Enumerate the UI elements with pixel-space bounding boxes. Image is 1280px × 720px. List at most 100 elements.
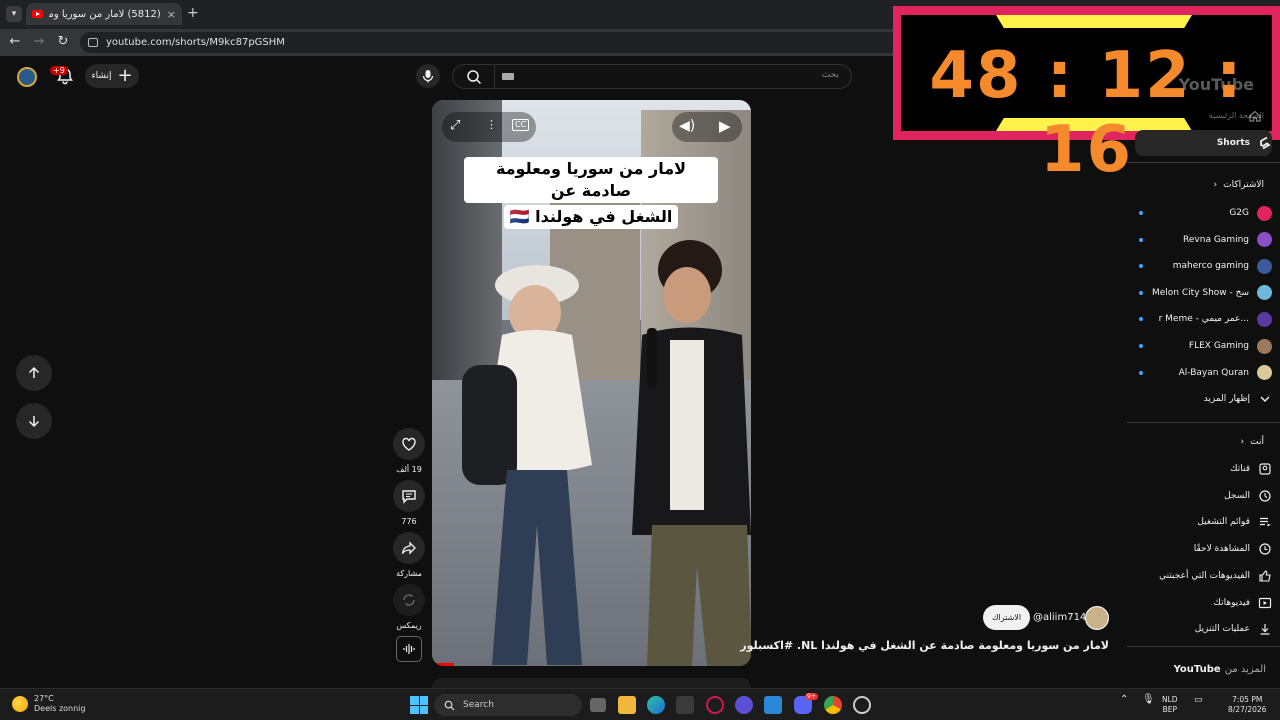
tab-close-icon[interactable]: × <box>167 8 176 21</box>
sidebar-channel-item[interactable]: Revna Gaming <box>1135 227 1272 253</box>
sidebar-channel-item[interactable]: r Meme - عمر ميمي... <box>1135 306 1272 332</box>
voice-search-button[interactable] <box>416 64 440 88</box>
subscriptions-header[interactable]: الاشتراكات ‹ <box>1214 180 1264 190</box>
audio-wave-icon <box>403 644 415 654</box>
tray-chevron-up-icon[interactable]: ⌃ <box>1120 695 1128 705</box>
home-icon[interactable] <box>1248 109 1262 123</box>
remix-label: ريمكس <box>396 621 422 630</box>
channel-name: FLEX Gaming <box>1188 341 1249 351</box>
app-icon[interactable] <box>853 696 871 714</box>
video-caption-overlay: لامار من سوريا ومعلومة صادمة عن الشغل في… <box>464 156 718 230</box>
comment-action: 776 <box>393 480 425 526</box>
you-header[interactable]: أنت ‹ <box>1241 437 1264 447</box>
sidebar-item-history[interactable]: السجل <box>1135 483 1272 509</box>
next-short-preview[interactable] <box>432 678 751 688</box>
forward-arrow-icon[interactable]: → <box>31 34 47 50</box>
subscriptions-label: الاشتراكات <box>1223 180 1264 190</box>
clock-time: 7:05 PM <box>1232 695 1263 704</box>
site-info-icon[interactable] <box>88 38 98 47</box>
more-from-youtube-header: المزيد من YouTube <box>1174 664 1266 675</box>
chrome-icon[interactable] <box>824 696 842 714</box>
weather-desc: Deels zonnig <box>34 704 86 713</box>
sidebar-item-playlists[interactable]: قوائم التشغيل <box>1135 509 1272 535</box>
keyboard-icon[interactable] <box>502 73 514 80</box>
sidebar-item-downloads[interactable]: عمليات التنزيل <box>1135 616 1272 642</box>
search-icon <box>444 700 455 711</box>
microphone-icon <box>422 70 434 83</box>
like-action: 19 ألف <box>393 428 425 474</box>
comments-button[interactable] <box>393 480 425 512</box>
sidebar-item-watch-later[interactable]: المشاهدة لاحقًا <box>1135 536 1272 562</box>
sidebar-separator <box>1127 422 1280 423</box>
create-button[interactable]: إنشاء + <box>85 64 139 88</box>
more-from-brand: YouTube <box>1173 664 1221 675</box>
sound-button[interactable] <box>396 636 422 662</box>
playlists-icon <box>1258 515 1272 529</box>
file-explorer-icon[interactable] <box>618 696 636 714</box>
url-text: youtube.com/shorts/M9kc87pGSHM <box>106 37 285 48</box>
like-button[interactable] <box>393 428 425 460</box>
fullscreen-icon[interactable]: ⤢ <box>450 118 460 133</box>
sidebar-item-shorts[interactable]: Shorts <box>1135 130 1272 156</box>
address-bar[interactable]: youtube.com/shorts/M9kc87pGSHM <box>80 32 910 53</box>
captions-cc-icon[interactable]: CC <box>512 119 530 131</box>
channel-avatar[interactable] <box>1085 606 1109 630</box>
network-icon[interactable]: ▭ <box>1194 695 1203 705</box>
search-input[interactable]: بحث <box>452 64 852 89</box>
chevron-left-icon: ‹ <box>1213 180 1218 190</box>
media-player-icon[interactable] <box>735 696 753 714</box>
share-button[interactable] <box>393 532 425 564</box>
opera-icon[interactable] <box>706 696 724 714</box>
microphone-tray-icon[interactable]: 🎙 <box>1142 695 1155 705</box>
search-placeholder: بحث <box>821 70 839 80</box>
account-avatar[interactable] <box>17 67 37 87</box>
channel-handle[interactable]: @aliim714 <box>1033 612 1086 623</box>
reload-icon[interactable]: ↻ <box>55 34 71 50</box>
weather-widget[interactable]: 27°C Deels zonnig <box>12 694 85 714</box>
sidebar-item-your-videos[interactable]: فيديوهاتك <box>1135 590 1272 616</box>
sidebar-channel-item[interactable]: G2G <box>1135 200 1272 226</box>
liked-icon <box>1258 569 1272 583</box>
edge-icon[interactable] <box>647 696 665 714</box>
channel-name: maherco gaming <box>1172 261 1249 272</box>
sidebar-channel-item[interactable]: Melon City Show - سخ <box>1135 280 1272 306</box>
arrow-up-icon <box>28 366 40 378</box>
browser-tab[interactable]: (5812) لامار من سوريا ومعلومة صادمة عن .… <box>26 3 182 25</box>
video-title: لامار من سوريا ومعلومة صادمة عن الشغل في… <box>740 639 1109 652</box>
previous-short-button[interactable] <box>16 355 52 391</box>
more-vert-icon[interactable]: ⋮ <box>486 118 497 131</box>
notifications-badge: +9 <box>50 66 68 75</box>
volume-icon[interactable]: ◀) <box>679 118 695 134</box>
language-indicator[interactable]: NLD BEP <box>1162 695 1178 715</box>
shorts-icon <box>1258 136 1272 150</box>
task-view-icon[interactable] <box>590 698 606 712</box>
back-arrow-icon[interactable]: ← <box>7 34 23 50</box>
sidebar-channel-item[interactable]: Al-Bayan Quran <box>1135 360 1272 386</box>
sidebar-channel-item[interactable]: FLEX Gaming <box>1135 333 1272 359</box>
shorts-video-player[interactable]: لامار من سوريا ومعلومة صادمة عن الشغل في… <box>432 100 751 666</box>
sidebar-item-label: فيديوهاتك <box>1213 597 1250 608</box>
show-more-button[interactable]: إظهار المزيد <box>1135 386 1272 412</box>
store-icon[interactable] <box>764 696 782 714</box>
channel-avatar-icon <box>1257 365 1272 381</box>
windows-start-icon[interactable] <box>410 696 428 714</box>
app-icon[interactable] <box>676 696 694 714</box>
video-progress-bar[interactable] <box>432 663 454 666</box>
sidebar-item-label: قوائم التشغيل <box>1197 517 1250 528</box>
new-tab-button[interactable]: + <box>187 5 199 21</box>
remix-button[interactable] <box>393 584 425 616</box>
watch-later-icon <box>1258 542 1272 556</box>
search-button[interactable] <box>453 65 495 88</box>
play-icon[interactable]: ▶ <box>719 117 731 135</box>
sidebar-shorts-label: Shorts <box>1216 138 1250 148</box>
taskbar-search[interactable]: Search <box>434 694 582 716</box>
subscribe-button[interactable]: الاشتراك <box>983 605 1030 630</box>
history-icon <box>1258 489 1272 503</box>
sidebar-item-channel[interactable]: قناتك <box>1135 456 1272 482</box>
tab-search-button[interactable]: ▾ <box>6 6 22 22</box>
clock[interactable]: 7:05 PM 8/27/2026 <box>1228 695 1266 715</box>
next-short-button[interactable] <box>16 403 52 439</box>
more-from-label: المزيد من <box>1224 664 1266 675</box>
sidebar-item-liked[interactable]: الفيديوهات التي أعجبتني <box>1135 563 1272 589</box>
sidebar-channel-item[interactable]: maherco gaming <box>1135 253 1272 279</box>
